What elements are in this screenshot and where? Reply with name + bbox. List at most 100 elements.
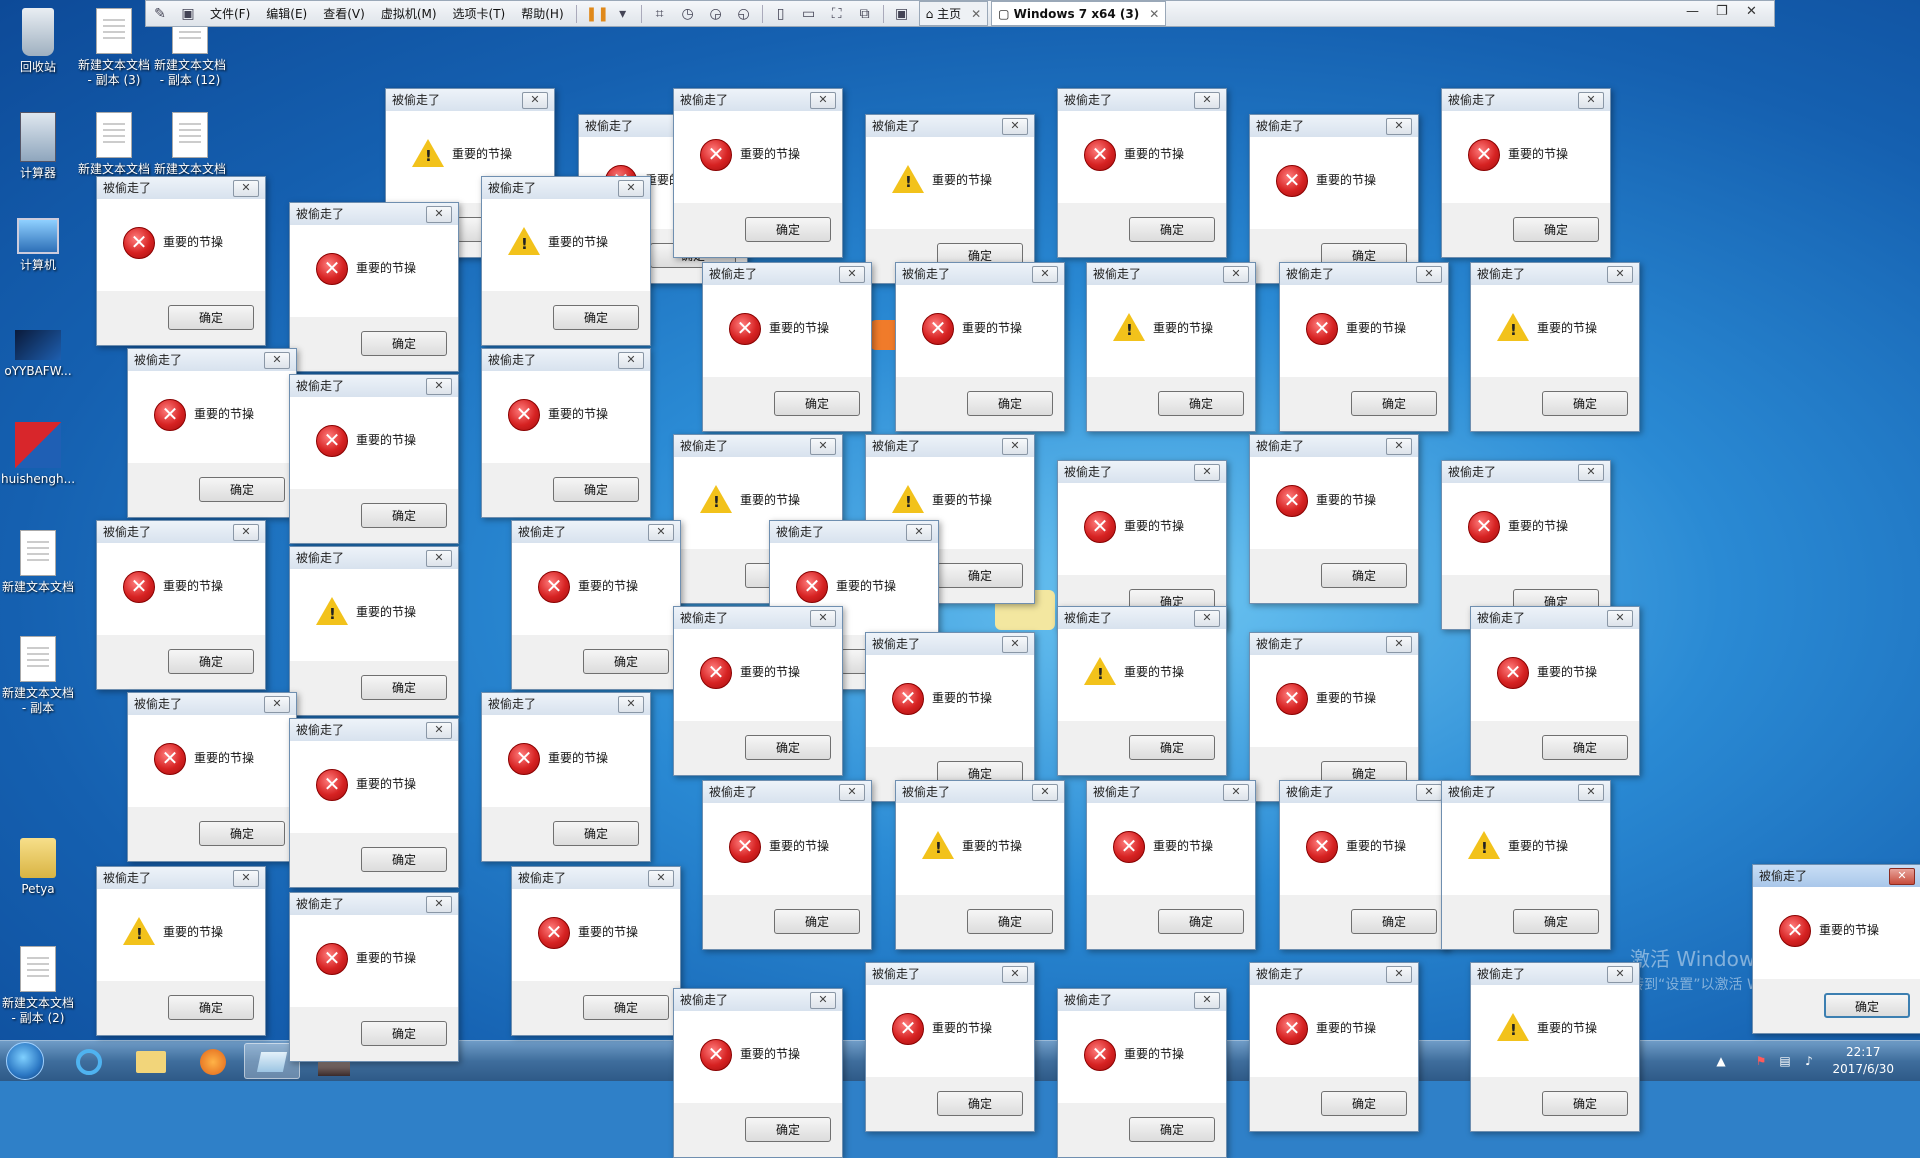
- desktop-icon-text-document[interactable]: 新建文本文档: [0, 530, 76, 595]
- dialog-close-button[interactable]: ✕: [810, 610, 836, 627]
- error-dialog[interactable]: 被偷走了 ✕! 重要的节操确定: [1057, 606, 1227, 776]
- dialog-ok-button[interactable]: 确定: [937, 1091, 1023, 1116]
- dialog-titlebar[interactable]: 被偷走了 ✕: [290, 893, 458, 915]
- desktop-icon-text-document[interactable]: 新建文本文档 - 副本: [0, 636, 76, 716]
- dialog-close-button[interactable]: ✕: [522, 92, 548, 109]
- dialog-titlebar[interactable]: 被偷走了 ✕: [290, 719, 458, 741]
- dialog-ok-button[interactable]: 确定: [1542, 391, 1628, 416]
- taskbar-internet-explorer[interactable]: [62, 1043, 118, 1079]
- dialog-close-button[interactable]: ✕: [1578, 464, 1604, 481]
- dialog-close-button[interactable]: ✕: [618, 352, 644, 369]
- network-icon[interactable]: ⌗: [651, 6, 669, 22]
- error-dialog[interactable]: 被偷走了✕✕重要的节操确定: [127, 692, 297, 862]
- dialog-close-button[interactable]: ✕: [1002, 118, 1028, 135]
- unity-icon[interactable]: ⧉: [856, 6, 874, 22]
- dialog-titlebar[interactable]: 被偷走了 ✕: [128, 349, 296, 371]
- dialog-titlebar[interactable]: 被偷走了 ✕: [1280, 263, 1448, 285]
- dialog-titlebar[interactable]: 被偷走了 ✕: [97, 867, 265, 889]
- dialog-close-button[interactable]: ✕: [1607, 610, 1633, 627]
- dialog-ok-button[interactable]: 确定: [1129, 735, 1215, 760]
- dialog-titlebar[interactable]: 被偷走了 ✕: [674, 89, 842, 111]
- dialog-titlebar[interactable]: 被偷走了 ✕: [1250, 435, 1418, 457]
- dialog-ok-button[interactable]: 确定: [967, 391, 1053, 416]
- thumbnail-bar-icon[interactable]: ▭: [800, 6, 818, 22]
- dialog-close-button[interactable]: ✕: [264, 696, 290, 713]
- desktop-icon-text-document[interactable]: 新建文本文档: [152, 112, 228, 177]
- dialog-close-button[interactable]: ✕: [1032, 784, 1058, 801]
- dialog-titlebar[interactable]: 被偷走了 ✕: [866, 115, 1034, 137]
- desktop-icon-text-document[interactable]: 新建文本文档 - 副本 (2): [0, 946, 76, 1026]
- dialog-close-button[interactable]: ✕: [426, 206, 452, 223]
- dialog-close-button[interactable]: ✕: [839, 784, 865, 801]
- dialog-titlebar[interactable]: 被偷走了 ✕: [1471, 263, 1639, 285]
- error-dialog[interactable]: 被偷走了✕✕重要的节操确定: [1086, 780, 1256, 950]
- dialog-ok-button[interactable]: 确定: [583, 649, 669, 674]
- desktop-icon-folder[interactable]: Petya: [0, 838, 76, 897]
- dialog-titlebar[interactable]: 被偷走了 ✕: [386, 89, 554, 111]
- dialog-close-button[interactable]: ✕: [1416, 784, 1442, 801]
- dialog-titlebar[interactable]: 被偷走了 ✕: [866, 963, 1034, 985]
- dialog-titlebar[interactable]: 被偷走了 ✕: [1058, 461, 1226, 483]
- chevron-down-icon[interactable]: ▾: [614, 6, 632, 22]
- dialog-titlebar[interactable]: 被偷走了 ✕: [866, 435, 1034, 457]
- dialog-close-button[interactable]: ✕: [1002, 966, 1028, 983]
- dialog-titlebar[interactable]: 被偷走了 ✕: [674, 989, 842, 1011]
- error-dialog[interactable]: 被偷走了✕✕重要的节操确定: [1057, 988, 1227, 1158]
- desktop-icon-text-document[interactable]: 新建文本文档 - 副本 (3): [76, 8, 152, 88]
- menu-tabs[interactable]: 选项卡(T): [445, 5, 514, 22]
- error-dialog[interactable]: 被偷走了✕✕重要的节操确定: [865, 962, 1035, 1132]
- dialog-ok-button[interactable]: 确定: [967, 909, 1053, 934]
- dialog-ok-button[interactable]: 确定: [583, 995, 669, 1020]
- error-dialog[interactable]: 被偷走了✕✕重要的节操确定: [511, 866, 681, 1036]
- dialog-close-button[interactable]: ✕: [426, 378, 452, 395]
- dialog-close-button[interactable]: ✕: [1416, 266, 1442, 283]
- menu-vm[interactable]: 虚拟机(M): [373, 5, 445, 22]
- dialog-close-button[interactable]: ✕: [1578, 784, 1604, 801]
- error-dialog[interactable]: 被偷走了✕✕重要的节操确定: [511, 520, 681, 690]
- dialog-close-button[interactable]: ✕: [1194, 992, 1220, 1009]
- dialog-close-button[interactable]: ✕: [1386, 438, 1412, 455]
- dialog-titlebar[interactable]: 被偷走了 ✕: [703, 263, 871, 285]
- error-dialog[interactable]: 被偷走了✕✕重要的节操确定: [673, 88, 843, 258]
- dialog-close-button[interactable]: ✕: [1002, 438, 1028, 455]
- console-view-icon[interactable]: ▣: [893, 6, 911, 22]
- menu-view[interactable]: 查看(V): [315, 5, 373, 22]
- dialog-titlebar[interactable]: 被偷走了 ✕: [482, 349, 650, 371]
- dialog-titlebar[interactable]: 被偷走了 ✕: [1087, 263, 1255, 285]
- dialog-close-button[interactable]: ✕: [810, 438, 836, 455]
- error-dialog[interactable]: 被偷走了✕✕重要的节操确定: [96, 176, 266, 346]
- error-dialog[interactable]: 被偷走了 ✕! 重要的节操确定: [1441, 780, 1611, 950]
- dialog-ok-button[interactable]: 确定: [1513, 217, 1599, 242]
- tab-home[interactable]: ⌂ 主页 ✕: [918, 1, 989, 26]
- error-dialog[interactable]: 被偷走了 ✕! 重要的节操确定: [96, 866, 266, 1036]
- dialog-close-button[interactable]: ✕: [906, 524, 932, 541]
- error-dialog[interactable]: 被偷走了 ✕! 重要的节操确定: [1086, 262, 1256, 432]
- error-dialog[interactable]: 被偷走了✕✕重要的节操确定: [1057, 88, 1227, 258]
- error-dialog[interactable]: 被偷走了✕✕重要的节操确定: [1752, 864, 1920, 1034]
- dialog-close-button[interactable]: ✕: [426, 550, 452, 567]
- volume-icon[interactable]: ♪: [1802, 1054, 1816, 1068]
- dialog-close-button[interactable]: ✕: [1578, 92, 1604, 109]
- desktop-icon-calculator[interactable]: 计算器: [0, 112, 76, 181]
- error-dialog[interactable]: 被偷走了 ✕! 重要的节操确定: [895, 780, 1065, 950]
- error-dialog[interactable]: 被偷走了✕✕重要的节操确定: [1470, 606, 1640, 776]
- snapshot-restore-icon[interactable]: ◶: [707, 6, 725, 22]
- dialog-close-button[interactable]: ✕: [1223, 784, 1249, 801]
- tab-close-icon[interactable]: ✕: [971, 7, 981, 21]
- fullscreen-icon[interactable]: ⛶: [828, 6, 846, 22]
- dialog-ok-button[interactable]: 确定: [168, 305, 254, 330]
- dialog-ok-button[interactable]: 确定: [553, 305, 639, 330]
- dialog-titlebar[interactable]: 被偷走了 ✕: [770, 521, 938, 543]
- dialog-close-button[interactable]: ✕: [233, 870, 259, 887]
- menu-edit[interactable]: 编辑(E): [258, 5, 315, 22]
- error-dialog[interactable]: 被偷走了✕✕重要的节操确定: [127, 348, 297, 518]
- tab-close-icon[interactable]: ✕: [1149, 7, 1159, 21]
- dialog-titlebar[interactable]: 被偷走了 ✕: [1058, 989, 1226, 1011]
- error-dialog[interactable]: 被偷走了✕✕重要的节操确定: [289, 892, 459, 1062]
- menu-help[interactable]: 帮助(H): [513, 5, 571, 22]
- dialog-close-button[interactable]: ✕: [839, 266, 865, 283]
- dialog-titlebar[interactable]: 被偷走了 ✕: [1442, 781, 1610, 803]
- error-dialog[interactable]: 被偷走了✕✕重要的节操确定: [702, 262, 872, 432]
- error-dialog[interactable]: 被偷走了✕✕重要的节操确定: [865, 632, 1035, 802]
- dialog-ok-button[interactable]: 确定: [168, 995, 254, 1020]
